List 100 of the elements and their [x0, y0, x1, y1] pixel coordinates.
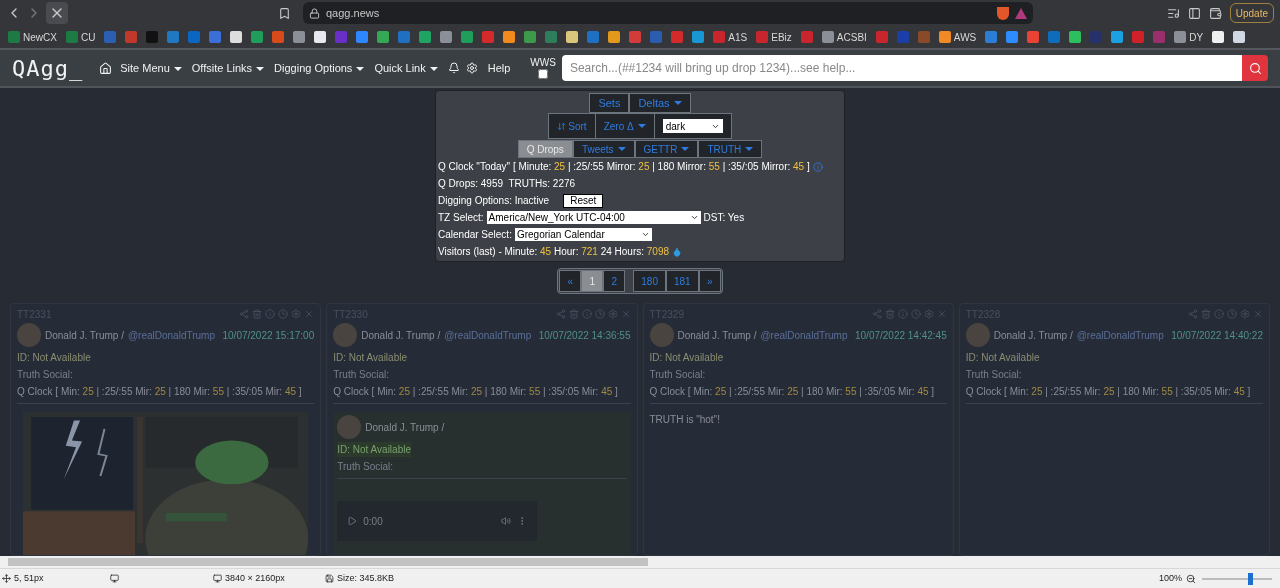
volume-icon[interactable]	[501, 516, 512, 526]
share-icon[interactable]	[555, 309, 566, 319]
bookmark-icon[interactable]	[503, 31, 516, 43]
bookmark-item[interactable]: ACSBI	[821, 29, 867, 45]
bookmark-icon[interactable]	[566, 31, 579, 43]
info-icon[interactable]	[812, 161, 823, 172]
nav-menu[interactable]: Digging Options	[274, 59, 365, 77]
post-date: 10/07/2022 15:17:00	[222, 328, 315, 343]
address-text: qagg.news	[326, 5, 380, 21]
panel-button[interactable]: Zero Δ	[595, 114, 655, 138]
page-link[interactable]: 180	[633, 270, 666, 292]
trash-icon[interactable]	[884, 309, 895, 319]
source-tab[interactable]: GETTR	[634, 140, 699, 158]
search-button[interactable]	[1242, 55, 1268, 81]
author-name: Donald J. Trump /	[993, 328, 1073, 343]
info-icon[interactable]	[265, 309, 276, 319]
clock-icon[interactable]	[278, 309, 289, 319]
theme-select[interactable]: dark	[662, 119, 723, 133]
page-link[interactable]: 181	[666, 270, 699, 292]
bookmark-item[interactable]: NewCX	[8, 29, 57, 45]
source-tab[interactable]: TRUTH	[698, 140, 763, 158]
horizontal-scrollbar[interactable]	[0, 556, 1280, 568]
bookmark-icon[interactable]	[1233, 31, 1246, 43]
reset-button[interactable]: Reset	[563, 193, 604, 208]
selection-icon	[110, 574, 119, 583]
truth-social-label: Truth Social:	[649, 368, 706, 382]
chevron-down-icon	[689, 213, 699, 222]
info-icon[interactable]	[897, 309, 908, 319]
bookmark-icon[interactable]	[230, 31, 243, 43]
share-icon[interactable]	[1188, 309, 1198, 319]
post-id-line: ID: Not Available	[333, 351, 407, 365]
avatar-icon	[333, 323, 358, 347]
close-icon[interactable]	[620, 309, 631, 319]
page-link[interactable]: 2	[603, 270, 626, 292]
tz-select[interactable]: America/New_York UTC-04:00	[486, 211, 701, 224]
info-icon[interactable]	[581, 309, 592, 319]
bookmark-icon[interactable]	[608, 31, 621, 43]
author-name: Donald J. Trump /	[45, 328, 124, 343]
zoom-percent: 100%	[1158, 571, 1182, 585]
file-size: Size: 345.8KB	[337, 571, 395, 585]
share-icon[interactable]	[239, 309, 250, 319]
audio-player[interactable]: 0:00	[337, 501, 538, 541]
search-field[interactable]: Search...(##1234 will bring up drop 1234)...see help...	[561, 55, 1242, 81]
help-link[interactable]: Help	[487, 59, 511, 77]
clock-icon[interactable]	[594, 309, 605, 319]
close-icon[interactable]	[936, 309, 947, 319]
bookmark-icon[interactable]	[1212, 31, 1225, 43]
site-logo[interactable]: QAgg_	[12, 51, 84, 85]
bookmark-item[interactable]: AWS	[938, 29, 977, 45]
trash-icon[interactable]	[568, 309, 579, 319]
post-date: 10/07/2022 14:42:45	[855, 328, 947, 343]
search-icon	[1248, 61, 1262, 75]
trash-icon[interactable]	[1201, 309, 1211, 319]
wws-label: WWS	[530, 57, 556, 68]
counts-line: Q Drops: 4959 TRUTHs: 2276	[438, 177, 576, 191]
info-icon[interactable]	[1214, 309, 1224, 319]
chevron-down-icon	[640, 230, 650, 239]
avatar-icon	[17, 323, 41, 347]
truth-social-label: Truth Social:	[965, 368, 1022, 382]
sidebar-icon[interactable]	[1187, 6, 1201, 20]
bookmark-item[interactable]: A1S	[713, 29, 748, 45]
source-tab[interactable]: Tweets	[572, 140, 635, 158]
page-link[interactable]: «	[559, 270, 582, 292]
zoom-out-icon[interactable]	[1186, 573, 1196, 584]
share-icon[interactable]	[871, 309, 882, 319]
nav-menu[interactable]: Site Menu	[120, 59, 182, 77]
panel-button[interactable]: Sets	[589, 93, 630, 113]
wallet-icon[interactable]	[1208, 6, 1222, 20]
panel-button[interactable]: Sort	[549, 114, 596, 138]
address-bar[interactable]: qagg.news	[303, 2, 1033, 24]
trash-icon[interactable]	[252, 309, 263, 319]
playlist-icon[interactable]	[1166, 6, 1180, 20]
bell-icon[interactable]	[447, 62, 460, 74]
home-icon[interactable]	[99, 61, 113, 75]
nav-menu[interactable]: Offsite Links	[191, 59, 265, 77]
zoom-thumb[interactable]	[1247, 572, 1253, 585]
panel-button[interactable]: Deltas	[629, 93, 691, 113]
bookmark-item[interactable]: DY	[1174, 29, 1204, 45]
bookmark-icon[interactable]	[314, 31, 327, 43]
calendar-select[interactable]: Gregorian Calendar	[514, 228, 652, 241]
bookmark-icon[interactable]	[278, 6, 291, 20]
digging-status: Digging Options: Inactive	[438, 194, 550, 208]
bookmark-icon[interactable]	[1069, 31, 1082, 43]
calendar-label: Calendar Select:	[438, 228, 512, 242]
page-link[interactable]: »	[698, 270, 721, 292]
bookmark-item[interactable]: CU	[65, 29, 96, 45]
clock-icon[interactable]	[1227, 309, 1237, 319]
clock-icon[interactable]	[910, 309, 921, 319]
shield-icon[interactable]	[997, 6, 1009, 20]
nav-menu[interactable]: Quick Link	[374, 59, 438, 77]
wws-checkbox[interactable]	[538, 68, 549, 79]
close-icon[interactable]	[304, 309, 315, 319]
zoom-slider[interactable]	[1202, 572, 1272, 585]
stop-button[interactable]	[46, 2, 68, 24]
update-button[interactable]: Update	[1229, 3, 1274, 23]
bookmark-item[interactable]: EBiz	[756, 29, 792, 45]
close-icon[interactable]	[1253, 309, 1263, 319]
play-icon[interactable]	[347, 516, 358, 526]
dimensions-icon	[213, 574, 222, 583]
tz-label: TZ Select:	[438, 211, 484, 225]
